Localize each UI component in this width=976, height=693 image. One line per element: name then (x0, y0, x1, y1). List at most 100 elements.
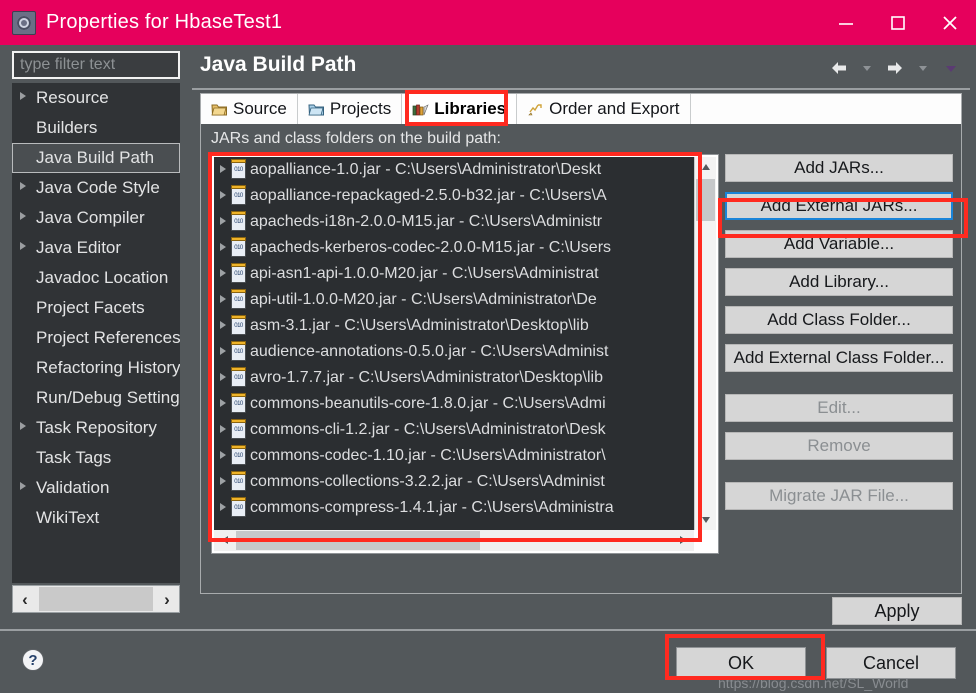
jar-list-item[interactable]: 010 commons-collections-3.2.2.jar - C:\Us… (214, 469, 694, 495)
tab-projects[interactable]: Projects (298, 94, 403, 124)
jar-list-item[interactable]: 010 api-util-1.0.0-M20.jar - C:\Users\Adm… (214, 287, 694, 313)
close-button[interactable] (924, 0, 976, 45)
sidebar-item-run-debug-settings[interactable]: Run/Debug Settings (12, 383, 180, 413)
jar-list-item[interactable]: 010 apacheds-kerberos-codec-2.0.0-M15.jar… (214, 235, 694, 261)
sidebar-item-validation[interactable]: Validation (12, 473, 180, 503)
expand-triangle-icon[interactable] (20, 92, 26, 100)
expand-triangle-icon[interactable] (20, 182, 26, 190)
jar-list-item[interactable]: 010 asm-3.1.jar - C:\Users\Administrator\… (214, 313, 694, 339)
scroll-left-icon[interactable]: ‹ (13, 591, 37, 608)
sidebar-item-project-references[interactable]: Project References (12, 323, 180, 353)
jar-list-item-label: avro-1.7.7.jar - C:\Users\Administrator\… (250, 369, 603, 386)
jar-list-item[interactable]: 010 audience-annotations-0.5.0.jar - C:\U… (214, 339, 694, 365)
view-menu-chevron-down-icon[interactable] (938, 55, 964, 81)
expand-triangle-icon[interactable] (220, 269, 226, 277)
maximize-button[interactable] (872, 0, 924, 45)
expand-triangle-icon[interactable] (220, 321, 226, 329)
add-external-class-folder-button[interactable]: Add External Class Folder... (725, 344, 953, 372)
sidebar-item-java-code-style[interactable]: Java Code Style (12, 173, 180, 203)
expand-triangle-icon[interactable] (20, 242, 26, 250)
scroll-right-icon[interactable]: › (155, 591, 179, 608)
jar-list-viewport[interactable]: 010 aopalliance-1.0.jar - C:\Users\Admini… (214, 157, 694, 530)
jar-list-horizontal-scrollbar[interactable] (214, 530, 694, 551)
add-jars-button[interactable]: Add JARs... (725, 154, 953, 182)
settings-tree[interactable]: Resource Builders Java Build Path Java Code… (12, 83, 180, 583)
scroll-down-icon[interactable] (695, 510, 716, 530)
arrow-left-icon[interactable] (826, 55, 852, 81)
sidebar-item-label: Java Build Path (36, 148, 155, 167)
sidebar-item-label: WikiText (36, 508, 100, 527)
sidebar-item-wikitext[interactable]: WikiText (12, 503, 180, 533)
sidebar-item-resource[interactable]: Resource (12, 83, 180, 113)
tab-bar[interactable]: Source Projects Libraries Order and Export (200, 93, 962, 125)
sidebar-item-java-compiler[interactable]: Java Compiler (12, 203, 180, 233)
expand-triangle-icon[interactable] (20, 422, 26, 430)
sidebar-item-javadoc-location[interactable]: Javadoc Location (12, 263, 180, 293)
jar-list-item[interactable]: 010 commons-beanutils-core-1.8.0.jar - C:… (214, 391, 694, 417)
jar-list[interactable]: 010 aopalliance-1.0.jar - C:\Users\Admini… (211, 154, 719, 554)
scroll-left-icon[interactable] (214, 534, 236, 548)
jar-file-icon: 010 (231, 185, 246, 205)
jar-list-item-label: aopalliance-1.0.jar - C:\Users\Administr… (250, 161, 602, 178)
jar-file-icon: 010 (231, 237, 246, 257)
sidebar-item-project-facets[interactable]: Project Facets (12, 293, 180, 323)
source-folder-icon (211, 102, 228, 117)
jar-list-item[interactable]: 010 avro-1.7.7.jar - C:\Users\Administrat… (214, 365, 694, 391)
expand-triangle-icon[interactable] (20, 212, 26, 220)
tab-libraries[interactable]: Libraries (402, 94, 518, 124)
jar-list-item[interactable]: 010 aopalliance-1.0.jar - C:\Users\Admini… (214, 157, 694, 183)
add-class-folder-button[interactable]: Add Class Folder... (725, 306, 953, 334)
expand-triangle-icon[interactable] (220, 477, 226, 485)
expand-triangle-icon[interactable] (220, 217, 226, 225)
sidebar-item-task-tags[interactable]: Task Tags (12, 443, 180, 473)
back-history-chevron-down-icon[interactable] (854, 55, 880, 81)
expand-triangle-icon[interactable] (220, 243, 226, 251)
expand-triangle-icon[interactable] (220, 425, 226, 433)
add-variable-button[interactable]: Add Variable... (725, 230, 953, 258)
expand-triangle-icon[interactable] (220, 191, 226, 199)
minimize-button[interactable] (820, 0, 872, 45)
tab-source[interactable]: Source (201, 94, 298, 124)
horizontal-scroll-thumb[interactable] (236, 531, 480, 550)
sidebar-item-builders[interactable]: Builders (12, 113, 180, 143)
expand-triangle-icon[interactable] (220, 399, 226, 407)
forward-history-chevron-down-icon[interactable] (910, 55, 936, 81)
jar-file-icon: 010 (231, 445, 246, 465)
add-external-jars-button[interactable]: Add External JARs... (725, 192, 953, 220)
sidebar-item-refactoring-history[interactable]: Refactoring History (12, 353, 180, 383)
expand-triangle-icon[interactable] (220, 295, 226, 303)
help-question-icon[interactable]: ? (22, 649, 44, 671)
jar-list-vertical-scrollbar[interactable] (694, 157, 716, 530)
filter-input[interactable]: type filter text (12, 51, 180, 79)
jar-list-item[interactable]: 010 api-asn1-api-1.0.0-M20.jar - C:\Users… (214, 261, 694, 287)
jar-list-item[interactable]: 010 commons-codec-1.10.jar - C:\Users\Adm… (214, 443, 694, 469)
sidebar-item-java-editor[interactable]: Java Editor (12, 233, 180, 263)
tab-order-and-export[interactable]: Order and Export (517, 94, 691, 124)
sidebar-horizontal-scrollbar[interactable]: ‹ › (12, 585, 180, 613)
expand-triangle-icon[interactable] (220, 503, 226, 511)
jar-list-item[interactable]: 010 apacheds-i18n-2.0.0-M15.jar - C:\User… (214, 209, 694, 235)
expand-triangle-icon[interactable] (220, 451, 226, 459)
scroll-thumb[interactable] (39, 587, 153, 611)
scroll-up-icon[interactable] (695, 157, 716, 177)
arrow-right-icon[interactable] (882, 55, 908, 81)
expand-triangle-icon[interactable] (220, 165, 226, 173)
jar-list-item-label: commons-beanutils-core-1.8.0.jar - C:\Us… (250, 395, 606, 412)
jar-list-item[interactable]: 010 commons-compress-1.4.1.jar - C:\Users… (214, 495, 694, 521)
vertical-scroll-thumb[interactable] (696, 179, 715, 221)
expand-triangle-icon[interactable] (220, 347, 226, 355)
order-export-icon (527, 102, 544, 117)
apply-button[interactable]: Apply (832, 597, 962, 625)
sidebar-item-label: Run/Debug Settings (36, 388, 180, 407)
sidebar-item-java-build-path[interactable]: Java Build Path (12, 143, 180, 173)
sidebar-item-task-repository[interactable]: Task Repository (12, 413, 180, 443)
scroll-right-icon[interactable] (672, 534, 694, 548)
expand-triangle-icon[interactable] (20, 482, 26, 490)
sidebar-item-label: Javadoc Location (36, 268, 169, 287)
expand-triangle-icon[interactable] (220, 373, 226, 381)
add-library-button[interactable]: Add Library... (725, 268, 953, 296)
jar-list-item[interactable]: 010 aopalliance-repackaged-2.5.0-b32.jar … (214, 183, 694, 209)
jar-list-item-label: commons-codec-1.10.jar - C:\Users\Admini… (250, 447, 606, 464)
jar-list-item-label: api-asn1-api-1.0.0-M20.jar - C:\Users\Ad… (250, 265, 599, 282)
jar-list-item[interactable]: 010 commons-cli-1.2.jar - C:\Users\Admini… (214, 417, 694, 443)
